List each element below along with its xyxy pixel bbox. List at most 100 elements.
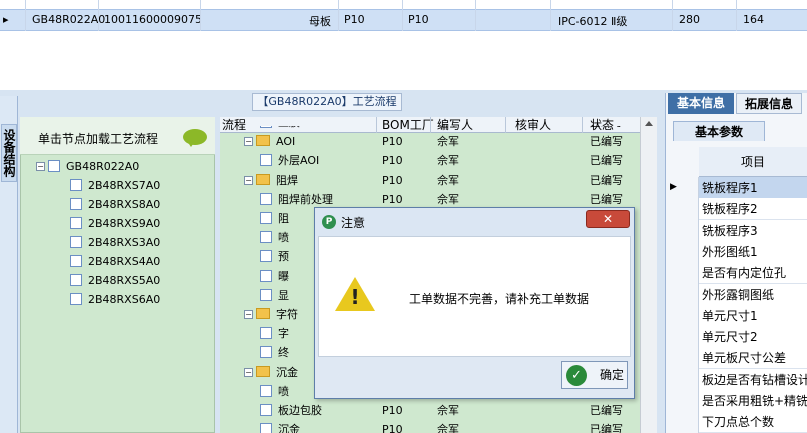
node-icon xyxy=(70,179,82,191)
cell-status: 已编写 xyxy=(590,173,623,187)
cell-writer: 佘军 xyxy=(437,423,459,433)
param-row[interactable]: 单元尺寸2 xyxy=(699,326,807,349)
collapse-icon[interactable]: − xyxy=(244,310,253,319)
param-row[interactable]: 板边是否有钻槽设计 xyxy=(699,368,807,391)
step-icon xyxy=(260,269,272,282)
tree-node-label: 2B48RXS7A0 xyxy=(88,179,161,192)
cell-board-code: GB48R022A0 xyxy=(32,13,106,26)
process-name: 显 xyxy=(278,288,289,302)
param-row[interactable]: 铣板程序3 xyxy=(699,219,807,242)
param-row[interactable]: 单元板尺寸公差 xyxy=(699,347,807,370)
folder-icon xyxy=(256,135,270,147)
cell-writer: 佘军 xyxy=(437,154,459,168)
process-row[interactable]: 外层AOI P10 佘军 已编写 xyxy=(220,152,640,170)
row-indicator: ▸ xyxy=(3,13,9,26)
collapse-icon[interactable]: − xyxy=(244,137,253,147)
ok-button[interactable]: ✓ 确定 xyxy=(561,361,628,389)
param-row[interactable]: 下刀点总个数 xyxy=(699,411,807,433)
process-row[interactable]: 板边包胶 P10 佘军 已编写 xyxy=(220,402,640,420)
dialog-titlebar[interactable]: P 注意 ✕ xyxy=(315,208,634,236)
cell-status: 已编写 xyxy=(590,423,623,433)
dialog-message: 工单数据不完善，请补充工单数据 xyxy=(409,292,590,306)
cell-status: 已编写 xyxy=(590,404,623,417)
dialog-body: ! 工单数据不完善，请补充工单数据 xyxy=(318,236,631,357)
process-name: 外层AOI xyxy=(278,154,320,168)
cell-bom-factory: P10 xyxy=(344,13,365,26)
process-row[interactable]: 沉金 P10 佘军 已编写 xyxy=(220,421,640,433)
cell-factory: P10 xyxy=(408,13,429,26)
tree-node[interactable]: 2B48RXS4A0 xyxy=(70,254,160,270)
process-scrollbar[interactable] xyxy=(640,117,657,433)
side-panel-strip: 设备结构 xyxy=(0,96,18,433)
cell-value-b: 164 xyxy=(743,13,764,26)
cell-bom: P10 xyxy=(382,404,403,417)
process-name: 丝膜 xyxy=(278,126,300,129)
step-icon xyxy=(260,154,272,167)
step-icon xyxy=(260,346,272,359)
param-row[interactable]: 单元尺寸1 xyxy=(699,304,807,327)
process-name: 喷 xyxy=(278,384,289,398)
cell-bom: P10 xyxy=(382,126,403,132)
process-name: 终 xyxy=(278,346,289,360)
folder-icon xyxy=(256,173,270,185)
param-row[interactable]: 铣板程序1 xyxy=(699,177,807,199)
param-row[interactable]: 外形图纸1 xyxy=(699,240,807,263)
step-icon xyxy=(260,126,272,128)
collapse-icon[interactable]: − xyxy=(244,175,253,185)
process-name: 沉金 xyxy=(278,423,300,433)
tab-extended-info[interactable]: 拓展信息 xyxy=(736,93,802,114)
node-icon xyxy=(70,198,82,210)
tab-device-structure[interactable]: 设备结构 xyxy=(1,124,17,182)
cell-status: 已编写 xyxy=(590,126,623,132)
collapse-icon[interactable]: − xyxy=(36,162,45,171)
current-row-icon: ▶ xyxy=(670,182,677,192)
cell-writer: 佘军 xyxy=(437,126,459,132)
folder-icon xyxy=(256,308,270,319)
cell-board-type: 母板 xyxy=(309,15,331,28)
col-item[interactable]: 项目 xyxy=(699,147,807,177)
process-name: 字符 xyxy=(276,308,298,321)
tree-node[interactable]: 2B48RXS5A0 xyxy=(70,273,160,289)
check-icon: ✓ xyxy=(566,365,587,386)
param-row[interactable]: 铣板程序2 xyxy=(699,198,807,221)
app-logo-icon: P xyxy=(322,215,336,229)
tree-node[interactable]: 2B48RXS7A0 xyxy=(70,178,160,194)
tree-root-node[interactable]: − GB48R022A0 xyxy=(36,159,139,175)
row-indicator-column: ▶ xyxy=(667,177,699,433)
chat-bubble-icon xyxy=(183,129,207,147)
collapse-icon[interactable]: − xyxy=(244,367,253,377)
tab-basic-params[interactable]: 基本参数 xyxy=(673,121,765,141)
scroll-up-icon[interactable] xyxy=(645,121,653,126)
work-order-row[interactable]: ▸ GB48R022A0 10011600009075 母板 P10 P10 I… xyxy=(0,9,807,31)
cell-status: 已编写 xyxy=(590,135,623,149)
node-icon xyxy=(70,217,82,229)
node-icon xyxy=(48,160,60,172)
param-row[interactable]: 是否采用粗铣+精铣 xyxy=(699,390,807,412)
process-row[interactable]: − AOI P10 佘军 已编写 xyxy=(220,133,640,151)
node-icon xyxy=(70,255,82,267)
step-icon xyxy=(260,423,272,433)
cell-bom: P10 xyxy=(382,135,403,149)
cell-writer: 佘军 xyxy=(437,173,459,187)
dialog-title: 注意 xyxy=(341,216,366,230)
param-row[interactable]: 是否有内定位孔 xyxy=(699,262,807,285)
close-button[interactable]: ✕ xyxy=(586,210,630,228)
process-row[interactable]: 丝膜 P10 佘军 已编写 xyxy=(220,126,640,132)
step-icon xyxy=(260,384,272,397)
warning-mark: ! xyxy=(350,285,360,309)
tree-node[interactable]: 2B48RXS6A0 xyxy=(70,292,160,308)
process-name: 板边包胶 xyxy=(278,404,322,417)
tree-node[interactable]: 2B48RXS3A0 xyxy=(70,235,160,251)
process-name: 曝 xyxy=(278,269,289,283)
tab-basic-info[interactable]: 基本信息 xyxy=(668,93,734,114)
process-name: 阻焊前处理 xyxy=(278,192,333,206)
process-name: 沉金 xyxy=(276,365,298,379)
process-row[interactable]: − 阻焊 P10 佘军 已编写 xyxy=(220,172,640,190)
step-icon xyxy=(260,250,272,263)
step-icon xyxy=(260,192,272,205)
tree-node[interactable]: 2B48RXS8A0 xyxy=(70,197,160,213)
tree-node[interactable]: 2B48RXS9A0 xyxy=(70,216,160,232)
step-icon xyxy=(260,288,272,301)
param-row[interactable]: 外形露铜图纸 xyxy=(699,283,807,306)
tree-node-label: 2B48RXS6A0 xyxy=(88,293,161,306)
